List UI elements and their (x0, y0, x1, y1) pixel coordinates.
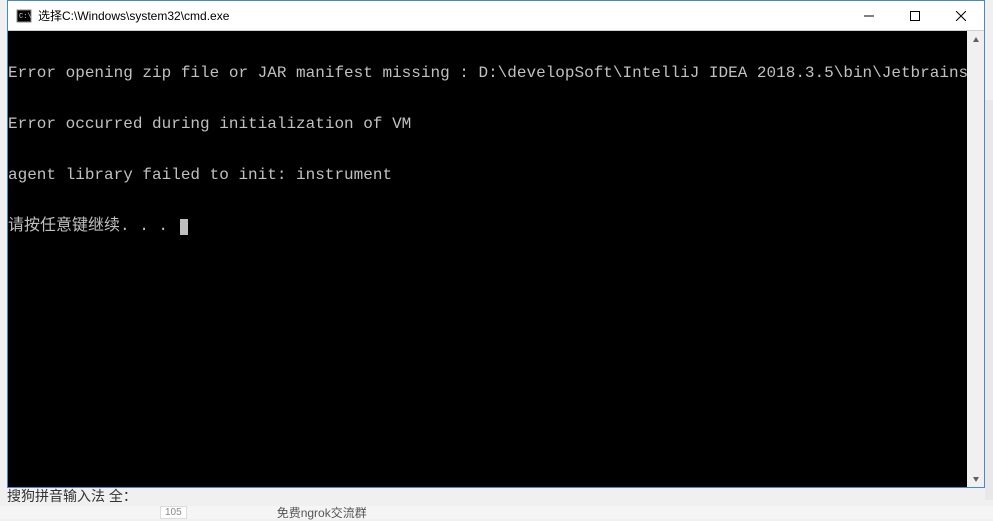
cmd-icon: C:\ (16, 8, 32, 24)
console-line-prompt: 请按任意键继续. . . (8, 218, 984, 235)
scroll-up-button[interactable] (967, 31, 984, 48)
prompt-text: 请按任意键继续. . . (8, 217, 178, 235)
console-line: agent library failed to init: instrument (8, 167, 984, 184)
titlebar[interactable]: C:\ 选择C:\Windows\system32\cmd.exe (8, 1, 984, 31)
ime-status-bar: 搜狗拼音输入法 全： (7, 486, 137, 506)
bg-bottom-bar: 105 免费ngrok交流群 (0, 506, 993, 519)
maximize-button[interactable] (892, 1, 938, 30)
console-line: Error occurred during initialization of … (8, 116, 984, 133)
cursor-icon (180, 219, 188, 235)
window-controls (846, 1, 984, 30)
vertical-scrollbar[interactable] (967, 31, 984, 487)
bg-text: 免费ngrok交流群 (277, 504, 367, 521)
minimize-button[interactable] (846, 1, 892, 30)
cmd-window: C:\ 选择C:\Windows\system32\cmd.exe Error … (7, 0, 985, 488)
console-output: Error opening zip file or JAR manifest m… (8, 31, 984, 269)
scroll-down-button[interactable] (967, 470, 984, 487)
ime-text: 搜狗拼音输入法 全： (7, 488, 137, 504)
bg-badge: 105 (160, 506, 187, 519)
console-area[interactable]: Error opening zip file or JAR manifest m… (8, 31, 984, 487)
bg-right-stripe (985, 100, 993, 500)
close-button[interactable] (938, 1, 984, 30)
scrollbar-track[interactable] (967, 48, 984, 470)
svg-text:C:\: C:\ (19, 13, 32, 21)
console-line: Error opening zip file or JAR manifest m… (8, 65, 984, 82)
window-title: 选择C:\Windows\system32\cmd.exe (38, 7, 846, 24)
